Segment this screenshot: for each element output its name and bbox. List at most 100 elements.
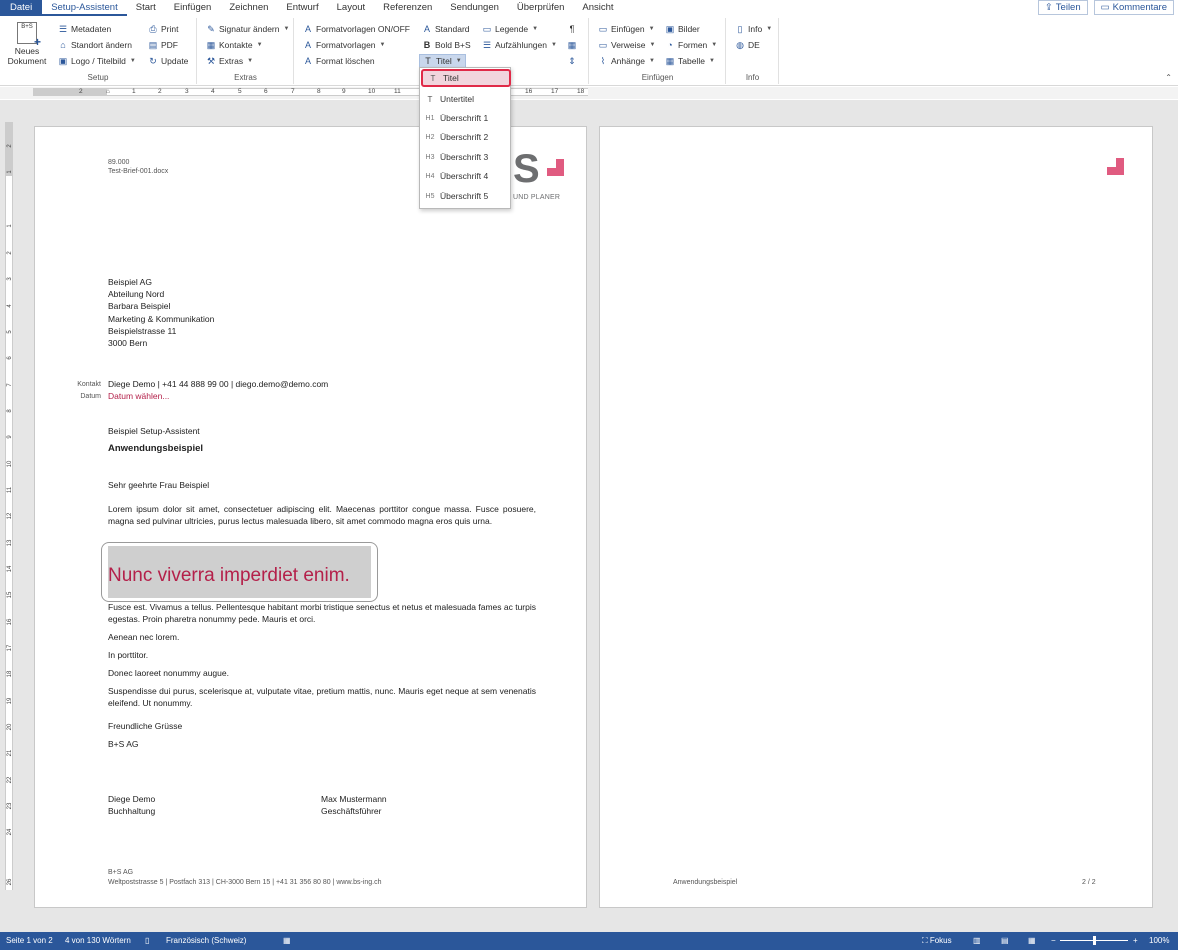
dropdown-item-ueberschrift-1[interactable]: H1 Überschrift 1	[420, 109, 510, 127]
vruler-tick: 19	[7, 697, 13, 705]
dropdown-item-ueberschrift-5[interactable]: H5 Überschrift 5	[420, 187, 510, 205]
ruler-tick: 9	[342, 88, 346, 95]
datum-label: Datum	[80, 393, 101, 400]
comments-button[interactable]: ▭ Kommentare	[1093, 0, 1174, 15]
tab-start[interactable]: Start	[127, 0, 165, 16]
ruler-indent-marker[interactable]: ⌂	[106, 88, 110, 95]
read-mode-icon[interactable]: ▥	[973, 936, 981, 945]
logo-titelbild-button[interactable]: ▣ Logo / Titelbild ▼	[58, 54, 136, 68]
company-name: B+S AG	[108, 739, 139, 749]
clear-format-icon: A	[304, 56, 311, 66]
page-count[interactable]: Seite 1 von 2	[6, 936, 53, 945]
verweise-button[interactable]: ▭ Verweise ▼	[598, 38, 656, 52]
dropdown-item-ueberschrift-2[interactable]: H2 Überschrift 2	[420, 128, 510, 146]
vruler-tick: 1	[7, 170, 13, 174]
collapse-ribbon-icon[interactable]: ⌃	[1165, 73, 1172, 82]
address-line: Barbara Beispiel	[108, 301, 171, 311]
print-button[interactable]: ⎙ Print	[148, 22, 178, 36]
tab-datei[interactable]: Datei	[0, 0, 43, 16]
datum-picker[interactable]: Datum wählen...	[108, 390, 169, 402]
tab-ueberpruefen[interactable]: Überprüfen	[508, 0, 574, 16]
tab-sendungen[interactable]: Sendungen	[441, 0, 508, 16]
page-1[interactable]: 89.000 Test-Brief-001.docx S UND PLANER …	[34, 126, 587, 908]
info-icon: ▯	[737, 24, 743, 34]
new-document-button[interactable]: B+S + Neues Dokument	[6, 22, 48, 66]
update-label: Update	[161, 56, 189, 66]
ruler-tick: 3	[185, 88, 189, 95]
dropdown-item-untertitel[interactable]: T Untertitel	[420, 90, 510, 108]
dropdown-item-titel[interactable]: T Titel	[421, 69, 511, 87]
formatvorlagen-onoff-button[interactable]: A Formatvorlagen ON/OFF	[303, 22, 410, 36]
word-count[interactable]: 4 von 130 Wörtern	[65, 936, 131, 945]
zoom-level[interactable]: 100%	[1149, 936, 1169, 945]
metadaten-button[interactable]: ☰ Metadaten	[58, 22, 111, 36]
update-button[interactable]: ↻ Update	[148, 54, 188, 68]
signature-1-name: Diege Demo	[108, 794, 156, 804]
dropdown-item-label: Überschrift 2	[440, 132, 489, 142]
salutation: Sehr geehrte Frau Beispiel	[108, 480, 210, 490]
web-layout-icon[interactable]: ▦	[1028, 936, 1036, 945]
bold-style-button[interactable]: B Bold B+S	[422, 38, 471, 52]
formen-button[interactable]: ◔ Formen ▼	[665, 38, 717, 52]
titel-style-button[interactable]: T Titel ▼	[419, 54, 466, 68]
dropdown-item-ueberschrift-4[interactable]: H4 Überschrift 4	[420, 167, 510, 185]
tab-zeichnen[interactable]: Zeichnen	[220, 0, 277, 16]
dropdown-item-ueberschrift-3[interactable]: H3 Überschrift 3	[420, 148, 510, 166]
tab-referenzen[interactable]: Referenzen	[374, 0, 441, 16]
vruler-tick: 7	[7, 383, 13, 387]
formatvorlagen-button[interactable]: A Formatvorlagen ▼	[303, 38, 386, 52]
title-style-dropdown: T Titel T Untertitel H1 Überschrift 1 H2 Übe…	[419, 67, 511, 209]
share-button[interactable]: ⇪ Teilen	[1037, 0, 1088, 15]
bilder-button[interactable]: ▣ Bilder	[665, 22, 700, 36]
tabelle-label: Tabelle	[678, 56, 705, 66]
standard-style-button[interactable]: A Standard	[422, 22, 470, 36]
signatur-button[interactable]: ✎ Signatur ändern ▼	[206, 22, 289, 36]
format-loeschen-button[interactable]: A Format löschen	[303, 54, 375, 68]
focus-mode-button[interactable]: ⛶ Fokus	[922, 936, 952, 946]
chevron-down-icon: ▼	[532, 26, 539, 32]
zoom-in-icon[interactable]: +	[1133, 936, 1138, 945]
metadaten-label: Metadaten	[71, 24, 112, 34]
ruler-tick: 2	[79, 88, 83, 95]
print-layout-icon[interactable]: ▤	[1001, 936, 1009, 945]
legende-button[interactable]: ▭ Legende ▼	[482, 22, 538, 36]
chevron-down-icon: ▼	[551, 42, 557, 48]
reference-filename: Test-Brief-001.docx	[108, 168, 169, 175]
tab-einfuegen[interactable]: Einfügen	[165, 0, 221, 16]
table-grid-button[interactable]: ▦	[567, 38, 577, 52]
extras-button[interactable]: ⚒ Extras ▼	[206, 54, 253, 68]
vruler-tick: 8	[7, 409, 13, 413]
tab-entwurf[interactable]: Entwurf	[277, 0, 327, 16]
aufzaehlungen-button[interactable]: ☰ Aufzählungen ▼	[482, 38, 557, 52]
vruler-tick: 11	[7, 486, 13, 494]
zoom-slider-thumb[interactable]	[1093, 936, 1096, 945]
spacing-button[interactable]: ⇕	[567, 54, 577, 68]
address-line: 3000 Bern	[108, 338, 148, 348]
title-style-icon: T	[425, 56, 431, 66]
document-canvas[interactable]: 89.000 Test-Brief-001.docx S UND PLANER …	[0, 100, 1178, 932]
standort-button[interactable]: ⌂ Standort ändern	[58, 38, 132, 52]
kontakte-button[interactable]: ▦ Kontakte ▼	[206, 38, 263, 52]
info-button[interactable]: ▯ Info ▼	[735, 22, 773, 36]
pdf-button[interactable]: ▤ PDF	[148, 38, 178, 52]
tab-layout[interactable]: Layout	[328, 0, 375, 16]
anhaenge-button[interactable]: ⌇ Anhänge ▼	[598, 54, 655, 68]
standard-label: Standard	[435, 24, 470, 34]
proofing-icon[interactable]: ▯	[145, 936, 149, 945]
caption-icon: ▭	[482, 24, 492, 34]
heading-title-text[interactable]: Nunc viverra imperdiet enim.	[108, 565, 350, 587]
tabelle-button[interactable]: ▦ Tabelle ▼	[665, 54, 715, 68]
zoom-out-icon[interactable]: −	[1051, 936, 1056, 945]
language-button[interactable]: ◍ DE	[735, 38, 760, 52]
tab-ansicht[interactable]: Ansicht	[573, 0, 622, 16]
tab-setup-assistent[interactable]: Setup-Assistent	[42, 0, 127, 16]
language-status[interactable]: Französisch (Schweiz)	[166, 936, 246, 945]
vertical-ruler[interactable]: 2 1 1 2 3 4 5 6 7 8 9 10 11 12 13 14 15 …	[5, 122, 13, 890]
chevron-down-icon: ▼	[649, 42, 656, 48]
pdf-label: PDF	[161, 40, 178, 50]
accessibility-icon[interactable]: ▦	[283, 936, 291, 945]
einfuegen-button[interactable]: ▭ Einfügen ▼	[598, 22, 655, 36]
subject-prefix: Beispiel Setup-Assistent	[108, 426, 200, 436]
page-2[interactable]: Anwendungsbeispiel 2 / 2	[599, 126, 1153, 908]
pilcrow-button[interactable]: ¶	[567, 22, 577, 36]
